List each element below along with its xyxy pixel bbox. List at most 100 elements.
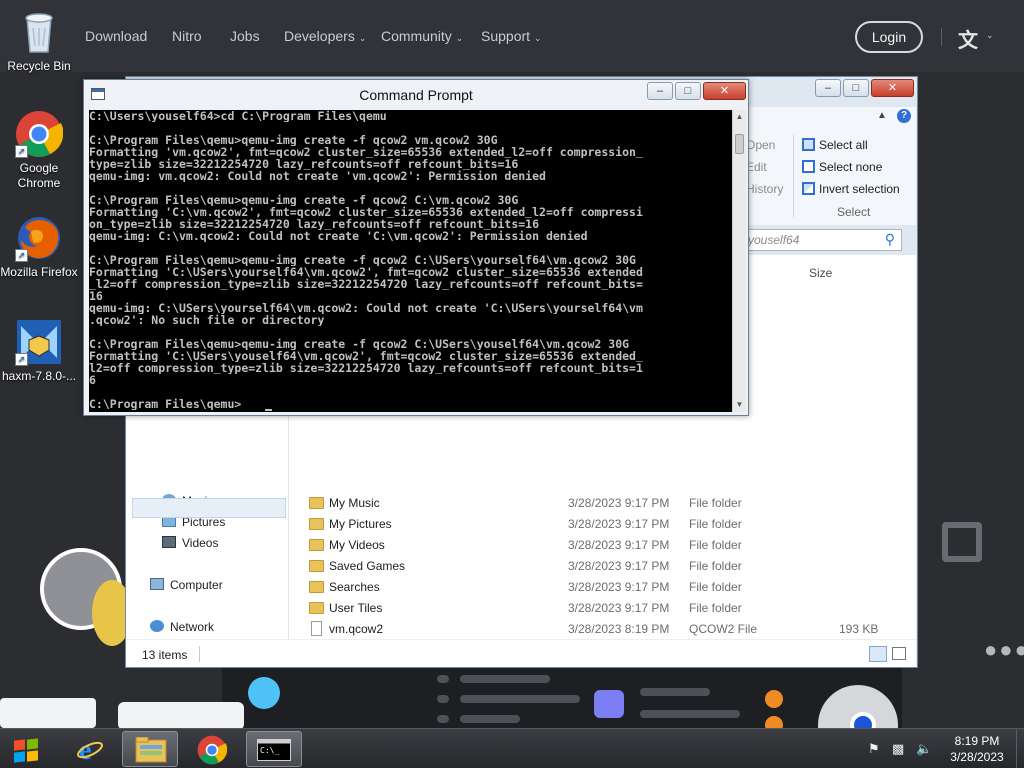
console-line: type=zlib size=32212254720 lazy_refcount… [89,158,519,170]
column-header-size[interactable]: Size [809,266,832,280]
ribbon-open-button[interactable]: Open [746,138,775,152]
nav-developers[interactable]: Developers ⌄ [284,28,366,44]
close-button[interactable]: ✕ [871,79,914,97]
invert-selection-button[interactable]: Invert selection [802,182,900,196]
scrollbar-thumb[interactable] [735,134,744,154]
shortcut-arrow-icon: ➚ [15,249,28,262]
status-bar: 13 items [126,639,916,667]
command-prompt-window: Command Prompt – □ ✕ C:\Users\youself64>… [83,79,749,416]
console-line: qemu-img: C:\vm.qcow2: Could not create … [89,230,588,242]
minimize-button[interactable]: – [815,79,841,97]
background-line [437,695,449,703]
nav-item-computer[interactable]: Computer [150,578,223,592]
show-desktop-button[interactable] [1016,729,1024,768]
volume-muted-icon[interactable]: 🔈 [916,741,932,757]
nav-community[interactable]: Community ⌄ [381,28,463,44]
console-line: qemu-img: C:\USers\yourself64\vm.qcow2: … [89,302,643,314]
console-output[interactable]: C:\Users\youself64>cd C:\Program Files\q… [89,110,732,412]
select-all-icon [802,138,815,151]
nav-support[interactable]: Support ⌄ [481,28,542,44]
maximize-button[interactable]: □ [675,82,701,100]
details-view-icon[interactable] [869,646,887,662]
divider [941,28,942,46]
search-text: youself64 [748,233,800,247]
nav-item-computer-selected [132,498,286,518]
clock-date[interactable]: 3/28/2023 [947,750,1007,764]
background-dot [765,690,783,708]
select-all-button[interactable]: Select all [802,138,868,152]
large-icons-view-icon[interactable] [892,647,906,660]
cmd-titlebar[interactable]: Command Prompt – □ ✕ [84,80,748,108]
file-row[interactable]: User Tiles 3/28/2023 9:17 PM File folder [304,598,904,618]
file-row[interactable]: My Pictures 3/28/2023 9:17 PM File folde… [304,514,904,534]
videos-icon [162,536,176,548]
file-row[interactable]: vm.qcow2 3/28/2023 8:19 PM QCOW2 File 19… [304,619,904,639]
file-row[interactable]: Searches 3/28/2023 9:17 PM File folder [304,577,904,597]
nav-item-videos[interactable]: Videos [162,536,218,550]
invert-selection-icon [802,182,815,195]
desktop-icon-firefox[interactable]: ➚ Mozilla Firefox [0,214,78,280]
console-line: C:\Program Files\qemu>qemu-img create -f… [89,134,498,146]
ribbon-edit-button[interactable]: Edit [746,160,767,174]
desktop-icon-chrome[interactable]: ➚ Google Chrome [0,110,78,191]
console-line: qemu-img: vm.qcow2: Could not create 'vm… [89,170,546,182]
firefox-icon: ➚ [15,214,63,262]
vertical-scrollbar[interactable]: ▲ ▼ [732,110,746,412]
action-center-flag-icon[interactable]: ⚑ [868,741,880,757]
chrome-icon: ➚ [15,110,64,158]
console-line: C:\Program Files\qemu>qemu-img create -f… [89,254,636,266]
search-input[interactable]: youself64 ⚲ [739,229,902,251]
ribbon-history-button[interactable]: History [746,182,783,196]
file-row[interactable]: My Music 3/28/2023 9:17 PM File folder [304,493,904,513]
file-row[interactable]: My Videos 3/28/2023 9:17 PM File folder [304,535,904,555]
nav-download[interactable]: Download [85,28,147,44]
scroll-down-icon[interactable]: ▼ [733,398,746,412]
chevron-down-icon: ⌄ [455,33,464,43]
taskbar-command-prompt[interactable]: C:\_ [246,731,302,767]
chevron-down-icon[interactable]: ⌄ [986,30,994,41]
console-line: Formatting 'C:\USers\yourself64\vm.qcow2… [89,266,643,278]
desktop-icon-recycle-bin[interactable]: Recycle Bin [0,8,78,74]
ribbon-group-label: Select [837,205,871,219]
nav-nitro[interactable]: Nitro [172,28,202,44]
console-line: Formatting 'C:\vm.qcow2', fmt=qcow2 clus… [89,206,643,218]
select-none-button[interactable]: Select none [802,160,882,174]
taskbar-chrome[interactable] [184,731,240,767]
search-icon[interactable]: ⚲ [885,231,895,248]
start-button[interactable] [8,733,44,765]
console-line: C:\Program Files\qemu>qemu-img create -f… [89,194,519,206]
background-shape [594,690,624,718]
login-button[interactable]: Login [855,21,923,53]
windows-logo-icon [27,750,38,762]
nav-item-network[interactable]: Network [150,620,214,634]
network-icon[interactable]: ▩ [892,741,904,757]
windows-logo-icon [27,738,38,750]
clock-time[interactable]: 8:19 PM [947,734,1007,748]
desktop-icon-haxm[interactable]: ➚ haxm-7.8.0-... [0,318,78,384]
chevron-up-icon[interactable]: ▲ [877,110,887,121]
close-button[interactable]: ✕ [703,82,746,100]
maximize-button[interactable]: □ [843,79,869,97]
internet-explorer-icon: e [77,735,103,763]
background-line [460,695,580,703]
translate-icon[interactable]: 文 [958,24,978,53]
scroll-up-icon[interactable]: ▲ [733,110,746,124]
console-line: C:\Users\youself64>cd C:\Program Files\q… [89,110,387,122]
taskbar-internet-explorer[interactable]: e [62,731,118,767]
svg-text:C:\_: C:\_ [260,746,279,755]
background-line [460,715,520,723]
folder-icon [309,602,324,614]
nav-jobs[interactable]: Jobs [230,28,260,44]
background-line [437,675,449,683]
website-header: Download Nitro Jobs Developers ⌄ Communit… [0,0,1024,72]
taskbar-file-explorer[interactable] [122,731,178,767]
file-row[interactable]: Saved Games 3/28/2023 9:17 PM File folde… [304,556,904,576]
minimize-button[interactable]: – [647,82,673,100]
console-line: _l2=off compression_type=zlib size=32212… [89,278,643,290]
desktop-icon-label: Google Chrome [17,161,61,190]
folder-icon [309,560,324,572]
help-icon[interactable]: ? [897,109,911,123]
